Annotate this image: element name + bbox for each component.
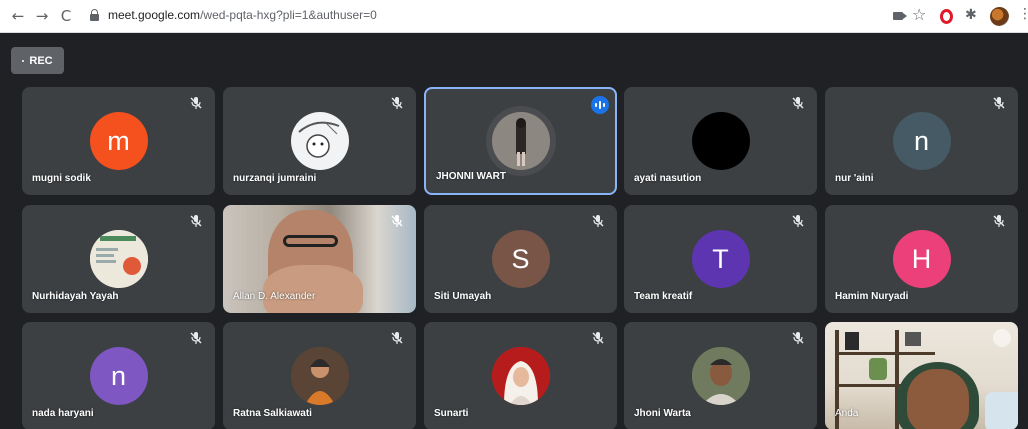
participant-name: Siti Umayah xyxy=(434,291,492,302)
avatar: m xyxy=(89,112,148,170)
avatar-letter: n xyxy=(110,360,127,391)
photo-avatar-image xyxy=(290,347,349,405)
avatar-letter: T xyxy=(712,243,729,274)
avatar-letter: S xyxy=(511,243,530,274)
shelf-board xyxy=(835,352,935,355)
browser-toolbar: ← → C meet.google.com/wed-pqta-hxg?pli=1… xyxy=(0,0,1028,33)
participant-name: Jhoni Warta xyxy=(634,408,691,419)
avatar: n xyxy=(892,112,951,170)
more-menu-icon[interactable]: ⋮ xyxy=(1018,6,1028,22)
participant-tile[interactable]: n nada haryani xyxy=(22,322,215,429)
mic-off-icon xyxy=(190,97,202,109)
avatar-letter: H xyxy=(911,243,932,274)
avatar xyxy=(491,347,550,405)
camera-icon[interactable] xyxy=(893,12,907,20)
mic-off-icon xyxy=(993,97,1005,109)
participant-tile[interactable]: Ratna Salkiawati xyxy=(223,322,416,429)
frame-decoration xyxy=(905,332,921,346)
participant-tile-active-speaker[interactable]: JHONNI WART xyxy=(424,87,617,195)
avatar xyxy=(290,347,349,405)
video-subject-face xyxy=(907,369,969,429)
video-subject-hands xyxy=(263,265,363,313)
self-video-tile[interactable]: Anda xyxy=(825,322,1018,429)
avatar xyxy=(491,112,550,170)
address-bar[interactable]: meet.google.com/wed-pqta-hxg?pli=1&authu… xyxy=(82,4,942,28)
participant-name: nada haryani xyxy=(32,408,94,419)
speaking-indicator-icon xyxy=(591,96,609,114)
poster-avatar-image xyxy=(89,230,148,288)
participant-name: ayati nasution xyxy=(634,173,702,184)
participant-tile[interactable]: n nur 'aini xyxy=(825,87,1018,195)
avatar: T xyxy=(691,230,750,288)
url-path: /wed-pqta-hxg?pli=1&authuser=0 xyxy=(200,8,377,22)
avatar: S xyxy=(491,230,550,288)
mic-off-icon xyxy=(190,332,202,344)
back-arrow-icon[interactable]: ← xyxy=(8,6,28,26)
recording-badge[interactable]: REC xyxy=(11,47,64,74)
participant-tile[interactable]: H Hamim Nuryadi xyxy=(825,205,1018,313)
opera-extension-icon[interactable] xyxy=(940,9,953,24)
url-text[interactable]: meet.google.com/wed-pqta-hxg?pli=1&authu… xyxy=(108,8,377,22)
cartoon-avatar-image xyxy=(297,121,339,158)
avatar xyxy=(290,112,349,170)
participant-name: Anda xyxy=(835,408,859,419)
forward-arrow-icon[interactable]: → xyxy=(32,6,52,26)
lock-icon xyxy=(90,9,99,21)
mic-off-icon xyxy=(391,97,403,109)
avatar xyxy=(89,230,148,288)
mic-off-icon xyxy=(792,332,804,344)
bookmark-star-icon[interactable]: ☆ xyxy=(912,5,926,24)
participant-tile[interactable]: T Team kreatif xyxy=(624,205,817,313)
participant-tile[interactable]: Nurhidayah Yayah xyxy=(22,205,215,313)
participant-tile[interactable]: nurzanqi jumraini xyxy=(223,87,416,195)
avatar xyxy=(691,347,750,405)
mic-off-icon xyxy=(592,215,604,227)
participant-name: JHONNI WART xyxy=(436,171,506,182)
mic-off-icon xyxy=(792,215,804,227)
avatar: n xyxy=(89,347,148,405)
avatar xyxy=(691,112,750,170)
frame-decoration xyxy=(845,332,859,350)
mic-off-icon xyxy=(391,332,403,344)
participant-name: nurzanqi jumraini xyxy=(233,173,317,184)
mic-off-icon xyxy=(993,329,1011,347)
pillow-decoration xyxy=(985,392,1018,429)
photo-avatar-image xyxy=(491,112,550,170)
mic-off-icon xyxy=(993,215,1005,227)
recording-dot-icon xyxy=(22,59,25,62)
url-host: meet.google.com xyxy=(108,8,201,22)
participant-tile[interactable]: Jhoni Warta xyxy=(624,322,817,429)
reload-icon[interactable]: C xyxy=(56,6,76,26)
participant-name: nur 'aini xyxy=(835,173,874,184)
participant-tile[interactable]: Sunarti xyxy=(424,322,617,429)
participant-name: Sunarti xyxy=(434,408,469,419)
participant-name: mugni sodik xyxy=(32,173,91,184)
mic-off-icon xyxy=(190,215,202,227)
mic-off-icon xyxy=(792,97,804,109)
video-subject-glasses xyxy=(283,235,338,247)
profile-avatar-icon[interactable] xyxy=(990,7,1009,26)
avatar: H xyxy=(892,230,951,288)
participant-name: Team kreatif xyxy=(634,291,693,302)
mic-off-icon xyxy=(592,332,604,344)
avatar-letter: n xyxy=(913,125,930,156)
participant-tile[interactable]: S Siti Umayah xyxy=(424,205,617,313)
mic-off-icon xyxy=(391,215,403,227)
plant-decoration xyxy=(869,358,887,380)
photo-avatar-image xyxy=(691,347,750,405)
extensions-puzzle-icon[interactable]: ✱ xyxy=(965,7,977,23)
participant-tile[interactable]: m mugni sodik xyxy=(22,87,215,195)
participant-name: Allan D. Alexander xyxy=(233,291,316,302)
avatar-letter: m xyxy=(107,125,130,156)
participant-name: Ratna Salkiawati xyxy=(233,408,312,419)
participant-tile[interactable]: ayati nasution xyxy=(624,87,817,195)
photo-avatar-image xyxy=(491,347,550,405)
participant-video-tile[interactable]: Allan D. Alexander xyxy=(223,205,416,313)
participant-name: Hamim Nuryadi xyxy=(835,291,909,302)
participant-name: Nurhidayah Yayah xyxy=(32,291,119,302)
recording-label: REC xyxy=(29,54,53,67)
